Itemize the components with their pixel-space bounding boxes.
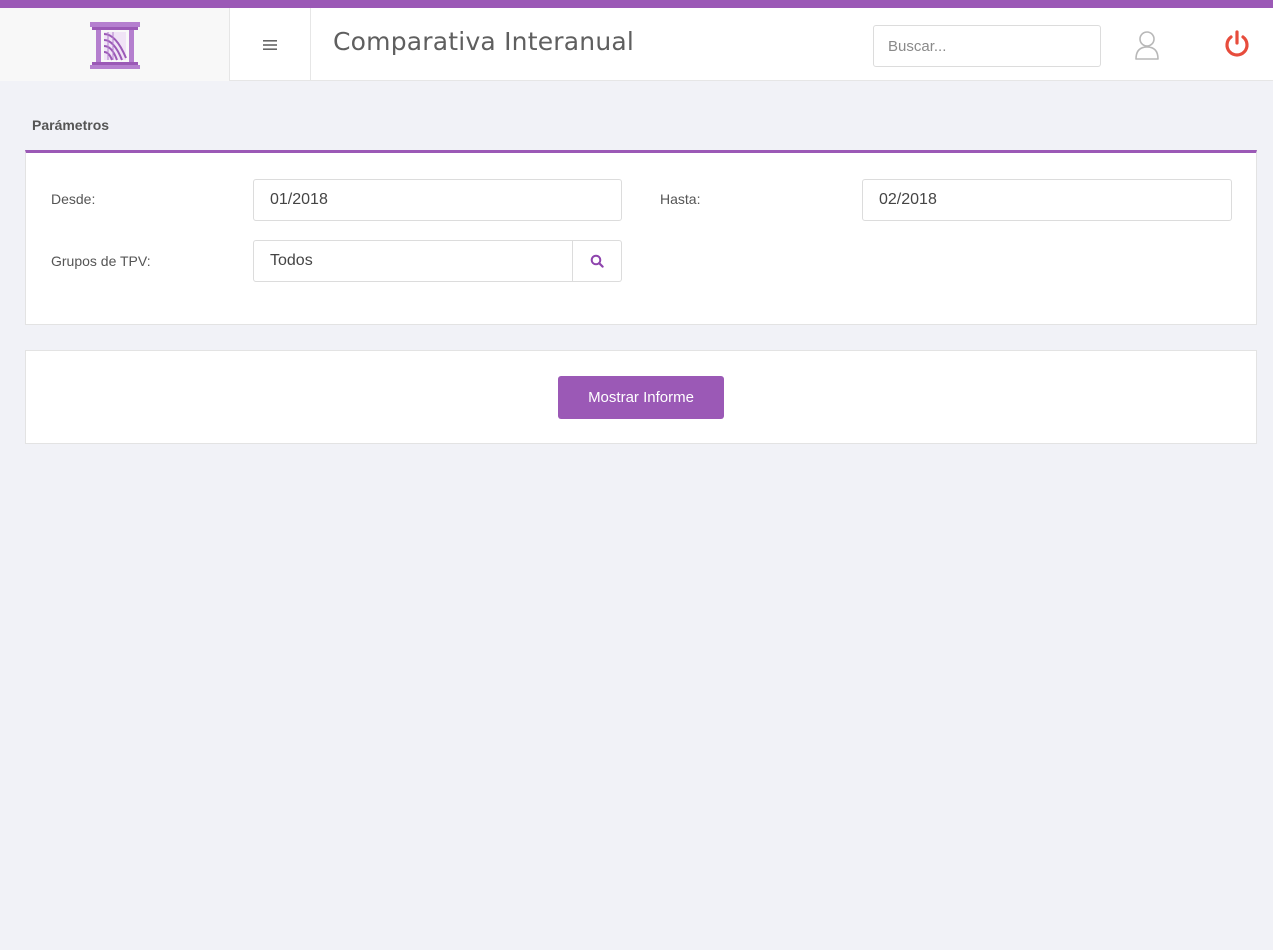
grupos-tpv-label: Grupos de TPV: xyxy=(51,253,151,269)
logout-button[interactable] xyxy=(1222,28,1252,60)
logo-area[interactable] xyxy=(0,8,230,81)
search-icon xyxy=(590,254,604,268)
power-icon xyxy=(1225,30,1249,57)
params-panel: Desde: Hasta: Grupos de TPV: xyxy=(25,150,1257,325)
search-input[interactable] xyxy=(873,25,1101,67)
top-accent-bar xyxy=(0,0,1273,8)
menu-toggle-button[interactable] xyxy=(230,8,311,81)
user-button[interactable] xyxy=(1132,29,1162,61)
grupos-tpv-search-button[interactable] xyxy=(573,240,622,282)
page-title: Comparativa Interanual xyxy=(333,27,635,56)
hasta-label: Hasta: xyxy=(660,191,701,207)
hasta-input[interactable] xyxy=(862,179,1232,221)
hamburger-menu-icon xyxy=(263,39,277,50)
action-panel: Mostrar Informe xyxy=(25,350,1257,444)
grupos-tpv-input[interactable] xyxy=(253,240,573,282)
show-report-button[interactable]: Mostrar Informe xyxy=(558,376,724,419)
top-header: Comparativa Interanual xyxy=(0,8,1273,81)
params-heading: Parámetros xyxy=(32,117,110,133)
desde-label: Desde: xyxy=(51,191,96,207)
desde-input[interactable] xyxy=(253,179,622,221)
user-icon xyxy=(1135,31,1159,60)
building-columns-logo-icon xyxy=(89,21,140,69)
